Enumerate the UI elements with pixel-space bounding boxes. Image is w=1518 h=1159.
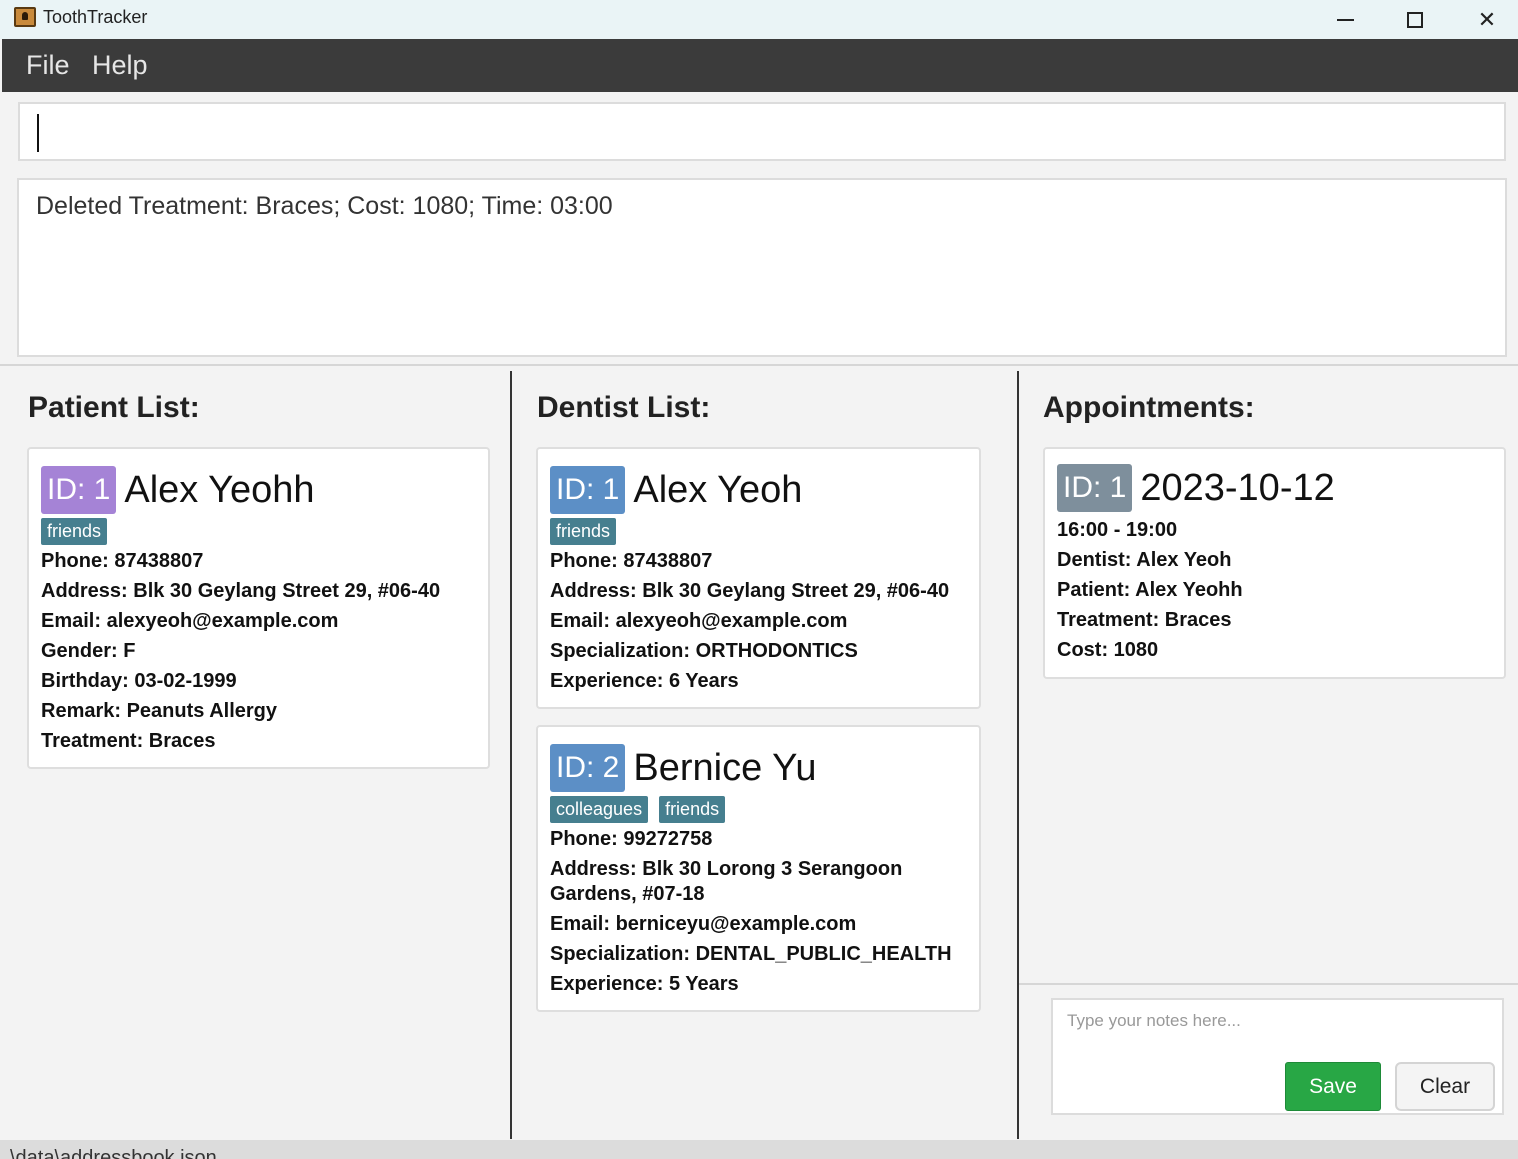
text-caret — [37, 114, 39, 152]
dentist-experience: Experience: 6 Years — [550, 670, 739, 692]
patient-list-heading: Patient List: — [28, 391, 200, 424]
appointment-patient: Patient: Alex Yeohh — [1057, 579, 1243, 601]
appointments-heading: Appointments: — [1043, 391, 1255, 424]
appointment-treatment: Treatment: Braces — [1057, 609, 1232, 631]
dentist-id-badge: ID: 2 — [550, 744, 626, 792]
clear-button[interactable]: Clear — [1395, 1062, 1495, 1111]
app-icon — [14, 7, 36, 27]
notes-placeholder: Type your notes here... — [1067, 1011, 1241, 1030]
patient-id-badge: ID: 1 — [41, 466, 117, 514]
result-display: Deleted Treatment: Braces; Cost: 1080; T… — [17, 178, 1507, 357]
patient-birthday: Birthday: 03-02-1999 — [41, 670, 237, 692]
patient-remark: Remark: Peanuts Allergy — [41, 700, 278, 722]
close-icon: ✕ — [1477, 6, 1497, 32]
patient-email: Email: alexyeoh@example.com — [41, 610, 339, 632]
menu-help[interactable]: Help — [92, 50, 148, 81]
tag: friends — [41, 518, 108, 545]
patient-card[interactable]: ID: 1 Alex Yeohh friends Phone: 87438807… — [27, 447, 490, 769]
dentist-specialization: Specialization: DENTAL_PUBLIC_HEALTH — [550, 943, 952, 965]
dentist-experience: Experience: 5 Years — [550, 973, 739, 995]
appointment-time: 16:00 - 19:00 — [1057, 519, 1178, 541]
tag: colleagues — [550, 796, 649, 823]
dentist-phone: Phone: 87438807 — [550, 550, 713, 572]
status-file-path: \data\addressbook.json — [10, 1147, 217, 1159]
maximize-icon — [1407, 11, 1423, 28]
dentist-specialization: Specialization: ORTHODONTICS — [550, 640, 858, 662]
appointment-card[interactable]: ID: 1 2023-10-12 16:00 - 19:00 Dentist: … — [1043, 447, 1506, 679]
save-button[interactable]: Save — [1285, 1062, 1381, 1111]
window-title: ToothTracker — [43, 7, 148, 27]
column-divider[interactable] — [510, 371, 512, 1139]
patient-phone: Phone: 87438807 — [41, 550, 204, 572]
patient-treatment: Treatment: Braces — [41, 730, 216, 752]
title-bar: ToothTracker ✕ — [0, 0, 1518, 39]
section-divider — [0, 364, 1518, 366]
dentist-address-line2: Gardens, #07-18 — [550, 883, 705, 905]
dentist-name: Bernice Yu — [633, 746, 817, 789]
tag: friends — [550, 518, 617, 545]
status-bar: \data\addressbook.json — [0, 1140, 1518, 1159]
dentist-email: Email: alexyeoh@example.com — [550, 610, 848, 632]
appointment-id-badge: ID: 1 — [1057, 464, 1133, 512]
dentist-name: Alex Yeoh — [633, 468, 803, 511]
notes-divider — [1019, 983, 1518, 985]
appointment-dentist: Dentist: Alex Yeoh — [1057, 549, 1232, 571]
patient-address: Address: Blk 30 Geylang Street 29, #06-4… — [41, 580, 441, 602]
patient-name: Alex Yeohh — [124, 468, 315, 511]
menu-file[interactable]: File — [26, 50, 70, 81]
column-divider[interactable] — [1017, 371, 1019, 1139]
dentist-address-line1: Address: Blk 30 Lorong 3 Serangoon — [550, 858, 903, 880]
minimize-button[interactable] — [1310, 0, 1380, 39]
dentist-card[interactable]: ID: 2 Bernice Yu colleagues friends Phon… — [536, 725, 981, 1012]
patient-gender: Gender: F — [41, 640, 136, 662]
appointment-cost: Cost: 1080 — [1057, 639, 1159, 661]
appointment-date: 2023-10-12 — [1140, 466, 1335, 509]
result-text: Deleted Treatment: Braces; Cost: 1080; T… — [36, 192, 613, 220]
minimize-icon — [1336, 18, 1354, 21]
tag: friends — [659, 796, 726, 823]
dentist-card[interactable]: ID: 1 Alex Yeoh friends Phone: 87438807 … — [536, 447, 981, 709]
dentist-address: Address: Blk 30 Geylang Street 29, #06-4… — [550, 580, 950, 602]
dentist-id-badge: ID: 1 — [550, 466, 626, 514]
dentist-list-heading: Dentist List: — [537, 391, 711, 424]
dentist-phone: Phone: 99272758 — [550, 828, 713, 850]
menu-bar: File Help — [2, 39, 1518, 92]
dentist-email: Email: berniceyu@example.com — [550, 913, 857, 935]
maximize-button[interactable] — [1380, 0, 1450, 39]
command-input[interactable] — [18, 102, 1506, 161]
close-button[interactable]: ✕ — [1452, 0, 1518, 39]
